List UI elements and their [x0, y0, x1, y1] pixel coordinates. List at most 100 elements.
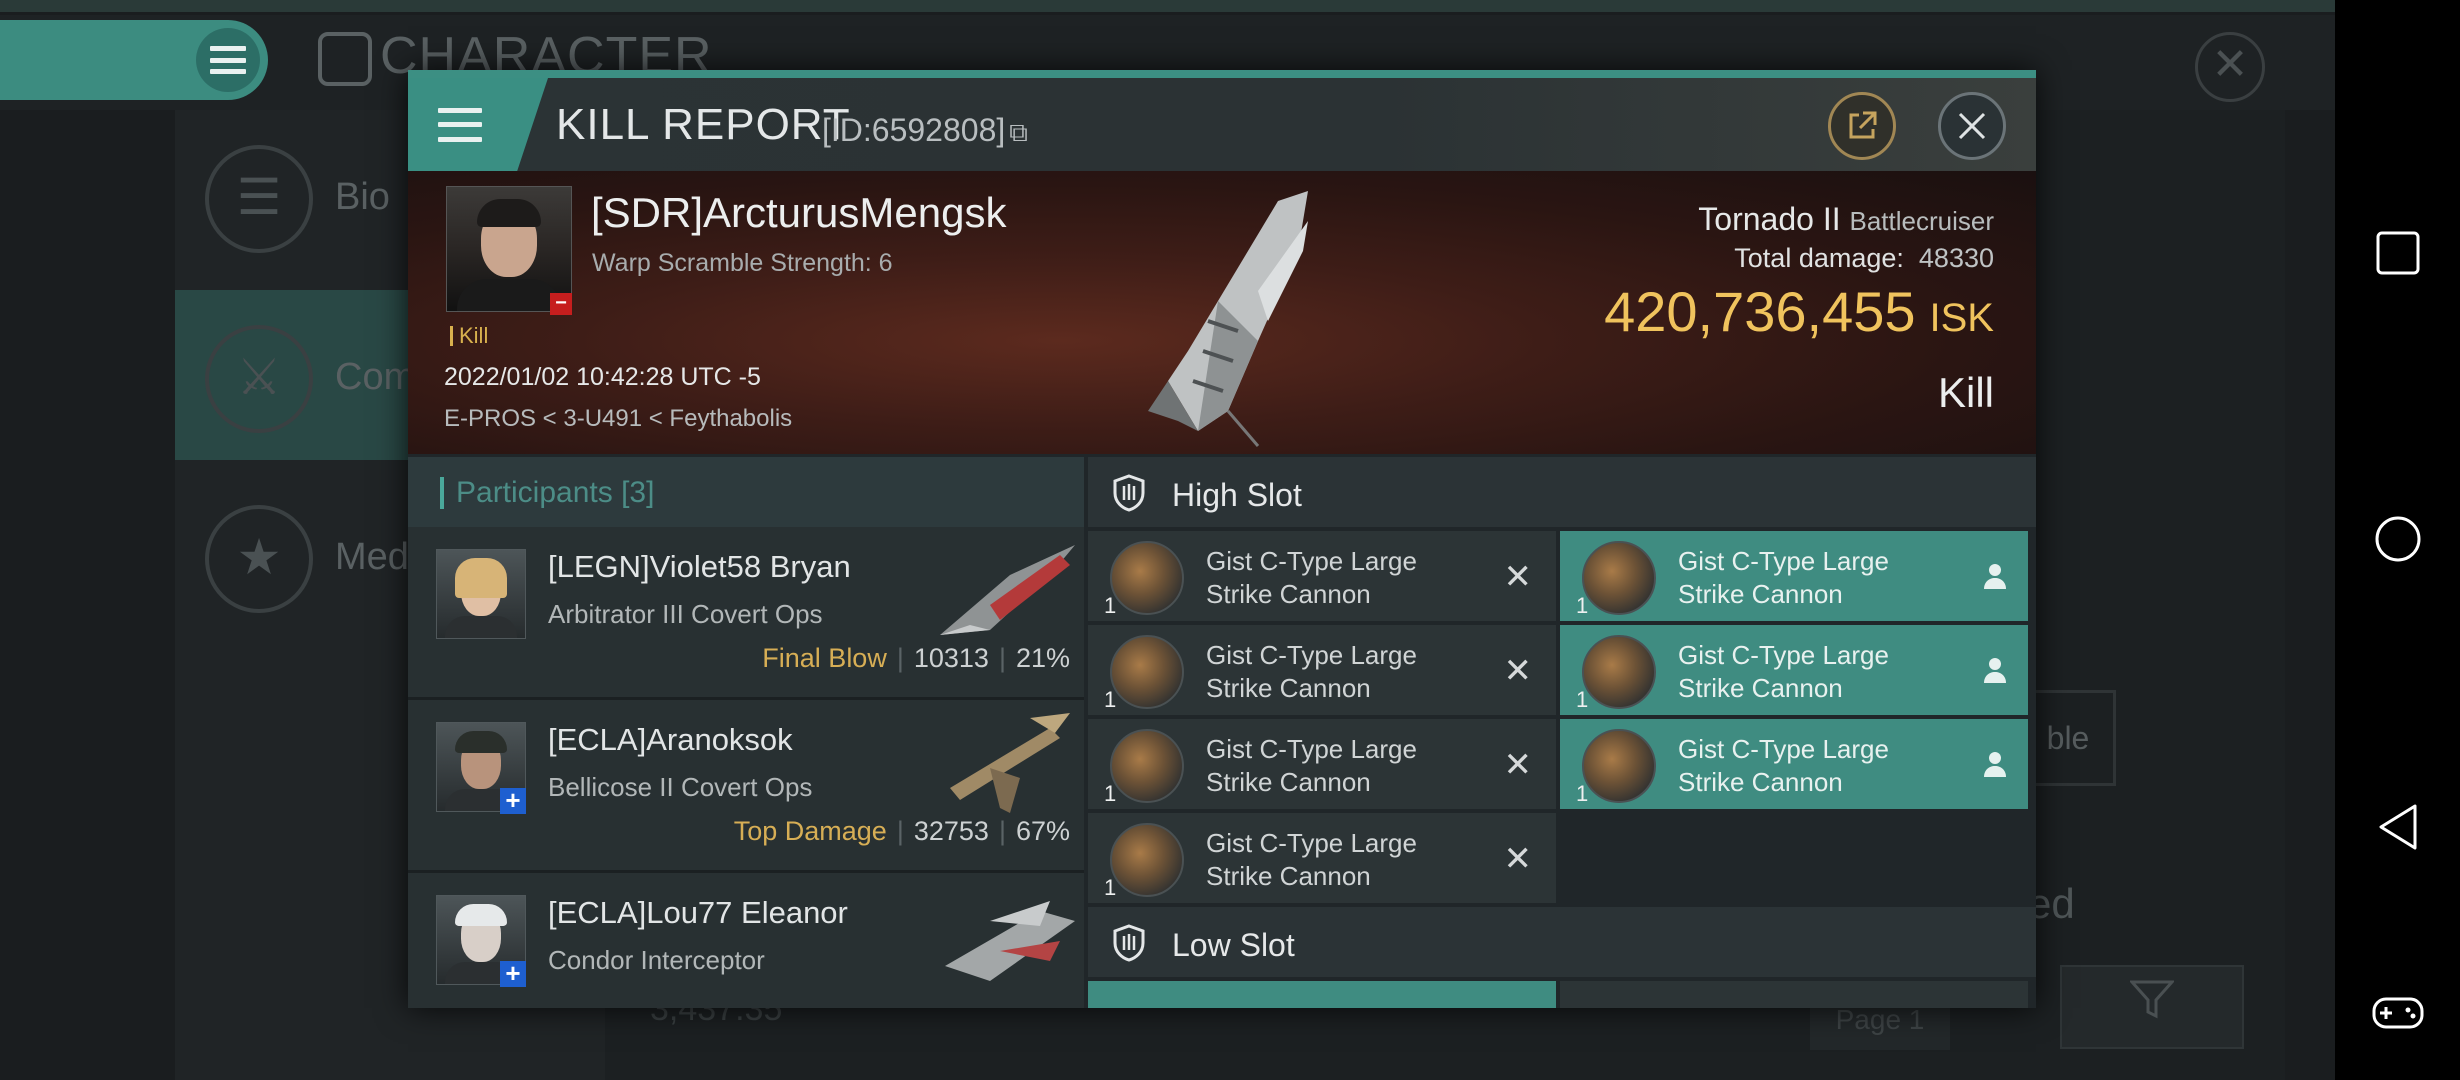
- gamepad-icon: [2372, 997, 2423, 1029]
- module-name: Gist C-Type Large Strike Cannon: [1206, 640, 1417, 703]
- module-qty: 1: [1104, 875, 1117, 900]
- star-medal-icon: ★: [205, 505, 313, 613]
- module-item-dropped[interactable]: 1 Gist C-Type Large Strike Cannon: [1560, 719, 2028, 809]
- module-name: Gist C-Type Large Strike Cannon: [1678, 734, 1889, 797]
- participant-row[interactable]: + [ECLA]Aranoksok Bellicose II Covert Op…: [408, 700, 1084, 873]
- participant-stats: Final Blow | 10313 | 21%: [762, 643, 1070, 673]
- cannon-module-icon: [1110, 823, 1184, 897]
- participant-ship-image: [945, 901, 1075, 981]
- ship-name: Tornado II Battlecruiser: [1698, 201, 1995, 237]
- victim-ship-image[interactable]: [1108, 181, 1338, 451]
- person-icon: [1984, 658, 2006, 683]
- participant-ship-image: [950, 713, 1070, 813]
- slot-header-label: High Slot: [1172, 477, 1302, 513]
- cannon-module-icon: [1110, 541, 1184, 615]
- participant-avatar[interactable]: [436, 549, 526, 639]
- module-item-dropped[interactable]: 1 Gist C-Type Large Strike Cannon: [1560, 625, 2028, 715]
- kill-id: [ID:6592808]: [822, 112, 1006, 148]
- module-qty: 1: [1104, 687, 1117, 712]
- sidebar-item-label: Bio: [335, 176, 390, 218]
- module-item[interactable]: 1 Gist C-Type Large Strike Cannon ✕: [1088, 719, 1556, 809]
- back-button[interactable]: [2335, 792, 2460, 862]
- main-menu-button[interactable]: [0, 20, 268, 100]
- ally-badge-icon: +: [500, 960, 526, 987]
- list-icon: ☰: [205, 145, 313, 253]
- cannon-module-icon: [1582, 635, 1656, 709]
- cannon-module-icon: [1110, 635, 1184, 709]
- participant-ship: Condor Interceptor: [548, 945, 765, 975]
- fitting-panel: High Slot 1 Gist C-Type Large Strike Cann…: [1088, 457, 2036, 1008]
- slot-header-label: Low Slot: [1172, 927, 1295, 963]
- module-qty: 1: [1104, 593, 1117, 618]
- destroyed-icon: ✕: [1503, 840, 1533, 878]
- character-icon: [318, 32, 372, 87]
- participants-panel: Participants [3] [LEGN]Violet58 Bryan Ar…: [408, 457, 1084, 1008]
- victim-name[interactable]: [SDR]ArcturusMengsk: [591, 189, 1006, 237]
- module-item[interactable]: 1 Gist C-Type Large Strike Cannon ✕: [1088, 531, 1556, 621]
- external-link-icon: [1849, 111, 1877, 139]
- module-item-dropped[interactable]: 1 Gist C-Type Large Strike Cannon: [1560, 531, 2028, 621]
- destroyed-icon: ✕: [1503, 746, 1533, 784]
- ally-badge-icon: +: [500, 787, 526, 814]
- person-icon: [1984, 564, 2006, 589]
- hostile-badge-icon: −: [550, 293, 572, 315]
- back-triangle-icon: [2379, 804, 2416, 850]
- victim-subtitle: Warp Scramble Strength: 6: [592, 249, 893, 277]
- cannon-module-icon: [1582, 541, 1656, 615]
- circle-icon: [2375, 516, 2420, 562]
- module-item[interactable]: 1 Gist C-Type Large Strike Cannon ✕: [1088, 625, 1556, 715]
- victim-banner: − [SDR]ArcturusMengsk Warp Scramble Stre…: [408, 171, 2036, 454]
- participant-stats: Top Damage | 32753 | 67%: [733, 816, 1070, 846]
- high-slot-header: High Slot: [1088, 457, 2036, 527]
- total-damage: Total damage: 48330: [1734, 243, 1994, 273]
- participant-row[interactable]: [LEGN]Violet58 Bryan Arbitrator III Cove…: [408, 527, 1084, 700]
- module-name: Gist C-Type Large Strike Cannon: [1678, 640, 1889, 703]
- home-button[interactable]: [2335, 504, 2460, 574]
- copy-icon[interactable]: ⧉: [1009, 117, 1028, 147]
- sidebar-item-label: Med: [335, 536, 409, 578]
- filter-button[interactable]: [2060, 965, 2244, 1049]
- kill-report-dialog: KILL REPORT [ID:6592808] ⧉ − [SDR]Arcturu…: [408, 70, 2036, 1008]
- menu-icon: [438, 107, 482, 142]
- participant-name: [ECLA]Aranoksok: [548, 722, 793, 757]
- kill-id-copy[interactable]: [ID:6592808] ⧉: [822, 112, 1028, 149]
- accent-line: [408, 70, 2036, 78]
- filter-icon: [2128, 980, 2176, 1019]
- module-item-dropped[interactable]: [1088, 981, 1556, 1008]
- low-slot-header: Low Slot: [1088, 907, 2036, 977]
- dialog-menu-button[interactable]: [408, 78, 548, 171]
- participant-count: [3]: [621, 476, 655, 509]
- participant-name: [LEGN]Violet58 Bryan: [548, 549, 851, 584]
- module-name: Gist C-Type Large Strike Cannon: [1678, 546, 1889, 609]
- page-close-button[interactable]: ✕: [2195, 32, 2265, 102]
- participant-ship: Arbitrator III Covert Ops: [548, 599, 823, 629]
- module-name: Gist C-Type Large Strike Cannon: [1206, 546, 1417, 609]
- module-name: Gist C-Type Large Strike Cannon: [1206, 828, 1417, 891]
- module-qty: 1: [1576, 781, 1589, 806]
- participants-header: Participants [3]: [408, 457, 1084, 527]
- module-qty: 1: [1576, 687, 1589, 712]
- recents-button[interactable]: [2335, 218, 2460, 288]
- system-nav-bar: [2335, 0, 2460, 1080]
- module-item[interactable]: 1 Gist C-Type Large Strike Cannon ✕: [1088, 813, 1556, 903]
- share-button[interactable]: [1828, 92, 1896, 160]
- crossed-swords-icon: ⚔: [205, 325, 313, 433]
- cannon-module-icon: [1582, 729, 1656, 803]
- shield-icon: [1113, 924, 1145, 962]
- menu-icon: [196, 28, 260, 92]
- participant-row[interactable]: + [ECLA]Lou77 Eleanor Condor Interceptor: [408, 873, 1084, 1008]
- close-icon: [1958, 112, 1986, 140]
- destroyed-icon: ✕: [1503, 558, 1533, 596]
- cannon-module-icon: [1110, 729, 1184, 803]
- location: E-PROS < 3-U491 < Feythabolis: [444, 405, 793, 432]
- close-button[interactable]: [1938, 92, 2006, 160]
- game-mode-button[interactable]: [2335, 978, 2460, 1048]
- module-qty: 1: [1104, 781, 1117, 806]
- kill-tag: Kill: [450, 323, 488, 349]
- participant-ship: Bellicose II Covert Ops: [548, 772, 813, 802]
- square-icon: [2376, 231, 2419, 275]
- module-item[interactable]: [1560, 981, 2028, 1008]
- ship-class: Battlecruiser: [1849, 206, 1995, 236]
- person-icon: [1984, 752, 2006, 777]
- timestamp: 2022/01/02 10:42:28 UTC -5: [444, 363, 761, 391]
